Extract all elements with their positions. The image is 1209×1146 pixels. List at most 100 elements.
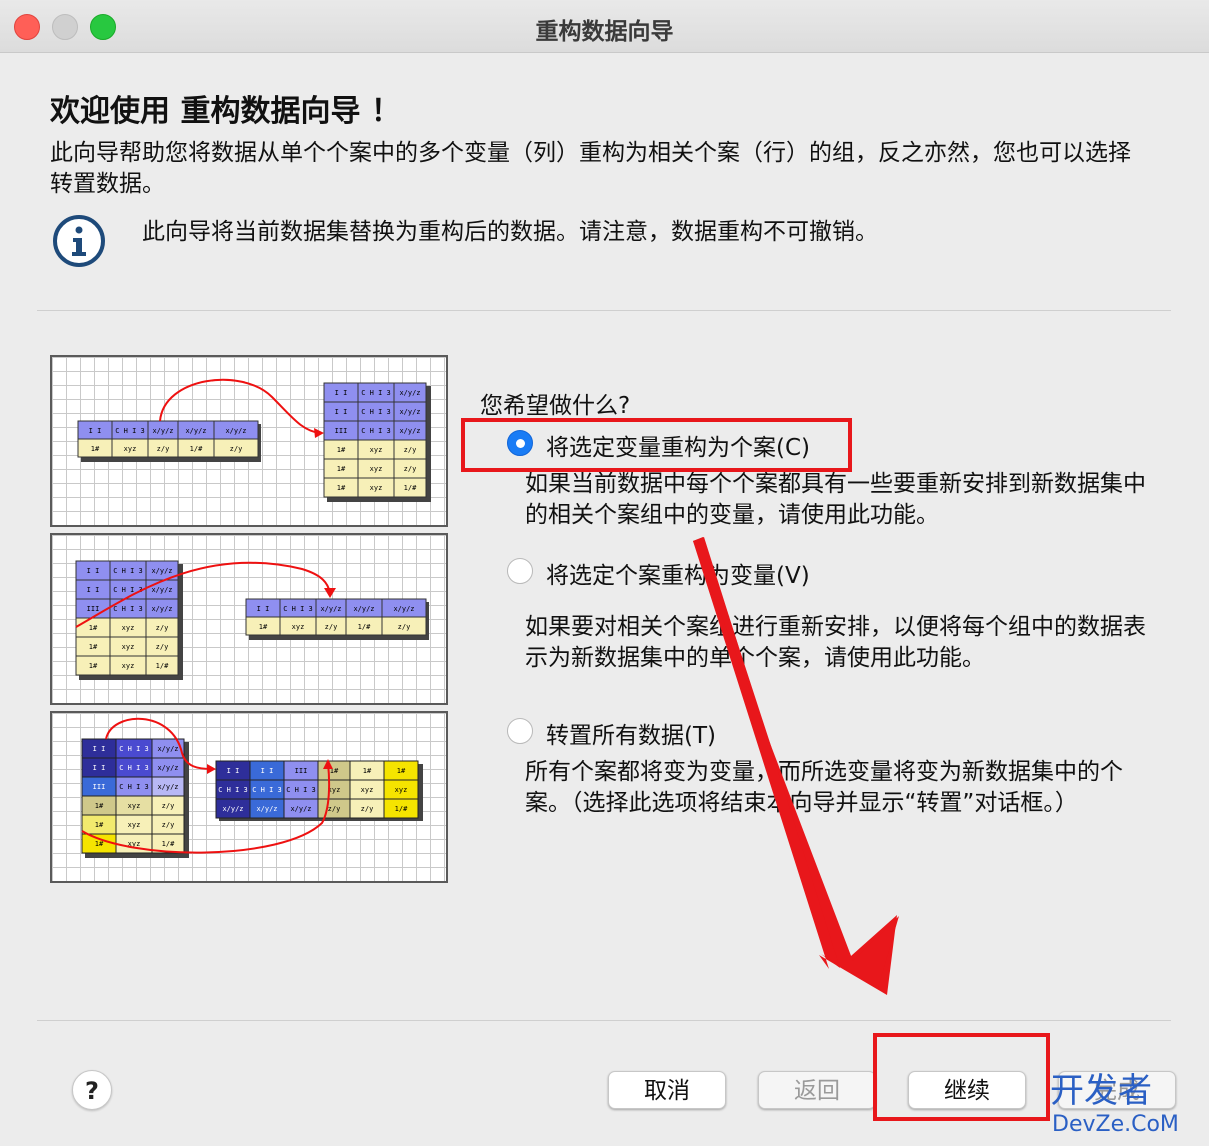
svg-text:C H I 3: C H I 3 [119,745,149,753]
watermark-text: 开发者 [1050,1071,1152,1111]
svg-text:xyz: xyz [292,623,305,631]
svg-text:x/y/z: x/y/z [151,567,172,575]
question-label: 您希望做什么? [480,393,631,419]
svg-text:xyz: xyz [128,802,141,810]
svg-text:C H I 3: C H I 3 [113,605,143,613]
svg-text:z/y: z/y [404,465,417,473]
svg-text:1#: 1# [363,767,372,775]
svg-text:I I: I I [335,408,348,416]
svg-text:III: III [295,767,308,775]
svg-text:I I: I I [257,605,270,613]
svg-text:xyz: xyz [370,446,383,454]
svg-text:1/#: 1/# [404,484,417,492]
svg-text:xyz: xyz [370,465,383,473]
option-variables-to-cases-description: 如果当前数据中每个个案都具有一些要重新安排到新数据集中的相关个案组中的变量，请使… [525,471,1146,528]
back-button[interactable]: 返回 [758,1071,876,1109]
svg-text:C H I 3: C H I 3 [113,567,143,575]
svg-text:I I: I I [87,586,100,594]
svg-text:x/y/z: x/y/z [185,427,206,435]
illustration-restructure-to-cases: I I C H I 3 x/y/z x/y/z x/y/z 1# xyz z/y… [50,355,448,527]
svg-text:I I: I I [261,767,274,775]
svg-text:z/y: z/y [404,446,417,454]
svg-text:x/y/z: x/y/z [225,427,246,435]
svg-text:xyz: xyz [361,786,374,794]
option-transpose-label[interactable]: 转置所有数据(T) [546,716,716,750]
svg-text:I I: I I [335,389,348,397]
option-cases-to-variables-label[interactable]: 将选定个案重构为变量(V) [546,556,810,590]
svg-text:C H I 3: C H I 3 [361,427,391,435]
svg-text:x/y/z: x/y/z [256,805,277,813]
illustration-restructure-to-variables: I I C H I 3 x/y/z I I C H I 3 x/y/z III … [50,533,448,705]
svg-text:z/y: z/y [398,623,411,631]
illustration-transpose: I I C H I 3 x/y/z I I C H I 3 x/y/z III … [50,711,448,883]
svg-text:1/#: 1/# [190,445,203,453]
svg-text:1#: 1# [337,465,346,473]
svg-text:C H I 3: C H I 3 [283,605,313,613]
option-transpose-description: 所有个案都将变为变量，而所选变量将变为新数据集中的个案。（选择此选项将结束本向导… [525,759,1123,816]
cancel-button[interactable]: 取消 [608,1071,726,1109]
svg-text:x/y/z: x/y/z [320,605,341,613]
help-button[interactable]: ? [72,1070,112,1110]
svg-text:I I: I I [227,767,240,775]
svg-text:I I: I I [87,567,100,575]
svg-text:x/y/z: x/y/z [157,745,178,753]
svg-text:1#: 1# [337,484,346,492]
svg-text:I I: I I [93,764,106,772]
radio-transpose[interactable] [507,718,533,744]
svg-text:x/y/z: x/y/z [290,805,311,813]
svg-text:x/y/z: x/y/z [393,605,414,613]
svg-text:x/y/z: x/y/z [399,408,420,416]
svg-text:z/y: z/y [156,624,169,632]
svg-text:C H I 3: C H I 3 [115,427,145,435]
svg-text:1#: 1# [259,623,268,631]
svg-text:z/y: z/y [162,821,175,829]
svg-text:1#: 1# [95,821,104,829]
window-title: 重构数据向导 [535,19,674,45]
svg-text:xyz: xyz [124,445,137,453]
svg-text:C H I 3: C H I 3 [361,389,391,397]
top-divider [37,310,1171,311]
watermark-domain: DevZe.CoM [1052,1112,1179,1137]
info-icon [52,214,108,274]
svg-text:x/y/z: x/y/z [399,389,420,397]
svg-text:z/y: z/y [230,445,243,453]
svg-text:1/#: 1/# [395,805,408,813]
svg-text:I I: I I [93,745,106,753]
svg-text:z/y: z/y [361,805,374,813]
svg-text:z/y: z/y [156,643,169,651]
svg-text:xyz: xyz [122,662,135,670]
svg-text:C H I 3: C H I 3 [361,408,391,416]
svg-text:xyz: xyz [122,643,135,651]
svg-text:x/y/z: x/y/z [151,605,172,613]
svg-text:x/y/z: x/y/z [399,427,420,435]
annotation-highlight-option [461,418,852,472]
svg-text:xyz: xyz [128,821,141,829]
svg-text:z/y: z/y [157,445,170,453]
bottom-divider [37,1020,1171,1021]
svg-text:C H I 3: C H I 3 [119,783,149,791]
svg-text:1#: 1# [89,643,98,651]
svg-text:z/y: z/y [328,805,341,813]
svg-text:C H I 3: C H I 3 [252,786,282,794]
svg-text:x/y/z: x/y/z [157,783,178,791]
notice-text: 此向导将当前数据集替换为重构后的数据。请注意，数据重构不可撤销。 [142,219,878,245]
svg-text:III: III [93,783,106,791]
page-title: 欢迎使用 重构数据向导 ！ [50,94,401,129]
svg-text:x/y/z: x/y/z [157,764,178,772]
svg-text:1#: 1# [95,840,104,848]
svg-text:1#: 1# [397,767,406,775]
svg-text:1/#: 1/# [162,840,175,848]
svg-text:C H I 3: C H I 3 [286,786,316,794]
svg-text:III: III [87,605,100,613]
svg-text:1#: 1# [91,445,100,453]
radio-cases-to-variables[interactable] [507,558,533,584]
svg-text:1#: 1# [89,662,98,670]
svg-text:C H I 3: C H I 3 [218,786,248,794]
annotation-highlight-continue [873,1033,1050,1121]
svg-text:III: III [335,427,348,435]
svg-text:z/y: z/y [325,623,338,631]
svg-text:z/y: z/y [162,802,175,810]
svg-text:1/#: 1/# [358,623,371,631]
svg-text:I I: I I [89,427,102,435]
title-bar: 重构数据向导 [0,0,1209,53]
